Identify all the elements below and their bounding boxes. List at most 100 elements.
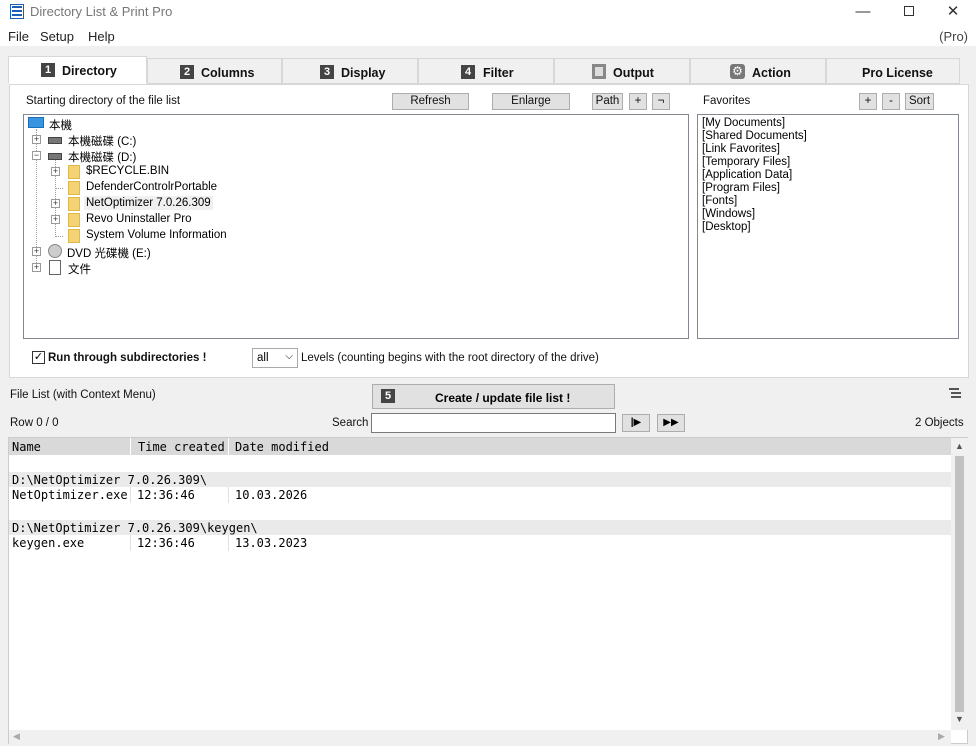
tab-directory[interactable]: 1 Directory (8, 56, 147, 84)
column-divider[interactable] (130, 438, 131, 455)
tab-pro-license[interactable]: Pro License (826, 58, 960, 84)
group-row[interactable]: D:\NetOptimizer 7.0.26.309\ (9, 472, 951, 487)
menu-help[interactable]: Help (88, 29, 115, 44)
favorite-item[interactable]: [Program Files] (702, 182, 780, 194)
tree-line (55, 188, 63, 189)
tree-item-label: 文件 (68, 264, 91, 276)
collapse-icon[interactable]: − (32, 151, 41, 160)
expand-icon[interactable]: + (51, 167, 60, 176)
list-settings-icon[interactable] (949, 388, 961, 400)
object-count: 2 Objects (915, 417, 964, 429)
tree-item-folder[interactable]: + Revo Uninstaller Pro (51, 212, 251, 228)
scroll-down-icon[interactable]: ▼ (955, 714, 964, 724)
maximize-button[interactable] (886, 0, 932, 24)
tree-item-drive-d[interactable]: − 本機磁碟 (D:) (32, 148, 232, 164)
favorite-item[interactable]: [Windows] (702, 208, 755, 220)
grid-header: Name Time created Date modified (9, 438, 951, 455)
favorites-list[interactable]: [My Documents] [Shared Documents] [Link … (697, 114, 959, 339)
refresh-button[interactable]: Refresh (392, 93, 469, 110)
favorite-item[interactable]: [Desktop] (702, 221, 751, 233)
tree-line (55, 236, 63, 237)
favorites-add-button[interactable]: + (859, 93, 877, 110)
tree-item-folder[interactable]: + $RECYCLE.BIN (51, 164, 251, 180)
folder-icon (68, 213, 80, 227)
menu-file[interactable]: File (8, 29, 29, 44)
horizontal-scrollbar[interactable]: ◀ ▶ (9, 730, 951, 744)
tree-item-label: $RECYCLE.BIN (86, 165, 170, 177)
tab-label: Display (341, 66, 386, 80)
tree-item-label: NetOptimizer 7.0.26.309 (84, 196, 213, 210)
column-header-time-created[interactable]: Time created (138, 440, 225, 454)
tab-bar: 1 Directory 2 Columns 3 Display 4 Filter… (8, 56, 960, 84)
scroll-up-icon[interactable]: ▲ (955, 441, 964, 451)
folder-icon (68, 165, 80, 179)
table-row[interactable]: NetOptimizer.exe 12:36:46 10.03.2026 (9, 487, 951, 503)
minimize-button[interactable]: — (840, 0, 886, 24)
tab-number: 2 (180, 65, 194, 79)
menu-setup[interactable]: Setup (40, 29, 74, 44)
tab-label: Pro License (862, 66, 933, 80)
group-path: D:\NetOptimizer 7.0.26.309\keygen\ (12, 521, 258, 535)
expand-icon[interactable]: + (51, 199, 60, 208)
scroll-right-icon[interactable]: ▶ (938, 731, 945, 742)
table-row[interactable]: keygen.exe 12:36:46 13.03.2023 (9, 535, 951, 551)
tree-item-dvd[interactable]: + DVD 光碟機 (E:) (32, 244, 232, 260)
favorites-sort-button[interactable]: Sort (905, 93, 934, 110)
favorite-item[interactable]: [Application Data] (702, 169, 792, 181)
negate-button[interactable]: ¬ (652, 93, 670, 110)
column-header-name[interactable]: Name (12, 440, 41, 454)
tree-item-label: Revo Uninstaller Pro (86, 213, 192, 225)
file-date-modified: 13.03.2023 (235, 536, 308, 550)
scroll-left-icon[interactable]: ◀ (13, 731, 20, 742)
tab-label: Output (613, 66, 654, 80)
drive-icon (48, 137, 62, 144)
find-next-button[interactable]: |▶ (622, 414, 650, 432)
tab-number: 3 (320, 65, 334, 79)
favorite-item[interactable]: [My Documents] (702, 117, 785, 129)
path-button[interactable]: Path (592, 93, 623, 110)
tree-item-documents[interactable]: + 文件 (32, 260, 232, 276)
close-button[interactable]: ✕ (930, 0, 976, 24)
tab-columns[interactable]: 2 Columns (147, 58, 282, 84)
tab-action[interactable]: ⚙ Action (690, 58, 826, 84)
tree-item-this-pc[interactable]: 本機 (28, 116, 148, 132)
cell-divider (228, 487, 229, 503)
expand-icon[interactable]: + (32, 135, 41, 144)
favorite-item[interactable]: [Link Favorites] (702, 143, 780, 155)
favorite-item[interactable]: [Fonts] (702, 195, 737, 207)
tab-display[interactable]: 3 Display (282, 58, 418, 84)
vertical-scrollbar[interactable]: ▲ ▼ (951, 438, 968, 730)
tree-item-folder[interactable]: System Volume Information (51, 228, 271, 244)
favorites-label: Favorites (703, 95, 751, 107)
favorite-item[interactable]: [Temporary Files] (702, 156, 790, 168)
tree-item-drive-c[interactable]: + 本機磁碟 (C:) (32, 132, 232, 148)
tab-output[interactable]: Output (554, 58, 690, 84)
add-path-button[interactable]: + (629, 93, 647, 110)
subdirectories-checkbox[interactable]: ✓ (32, 351, 45, 364)
search-input[interactable] (371, 413, 616, 433)
file-list-grid[interactable]: Name Time created Date modified D:\NetOp… (8, 437, 968, 744)
expand-icon[interactable]: + (32, 263, 41, 272)
enlarge-button[interactable]: Enlarge (492, 93, 570, 110)
directory-tree[interactable]: 本機 + 本機磁碟 (C:) − 本機磁碟 (D:) + $RECYCLE.BI… (23, 114, 689, 339)
cell-divider (130, 535, 131, 551)
scrollbar-thumb[interactable] (955, 456, 964, 712)
column-divider[interactable] (228, 438, 229, 455)
tree-item-folder[interactable]: DefenderControlrPortable (51, 180, 251, 196)
file-time-created: 12:36:46 (137, 536, 195, 550)
favorite-item[interactable]: [Shared Documents] (702, 130, 807, 142)
create-file-list-button[interactable]: 5 Create / update file list ! (372, 384, 615, 409)
find-last-button[interactable]: ▶▶ (657, 414, 685, 432)
expand-icon[interactable]: + (32, 247, 41, 256)
create-button-label: Create / update file list ! (435, 391, 571, 405)
column-header-date-modified[interactable]: Date modified (235, 440, 329, 454)
levels-label: Levels (counting begins with the root di… (301, 352, 599, 364)
favorites-remove-button[interactable]: - (882, 93, 900, 110)
maximize-icon (904, 6, 914, 16)
group-row[interactable]: D:\NetOptimizer 7.0.26.309\keygen\ (9, 520, 951, 535)
tree-item-folder-selected[interactable]: + NetOptimizer 7.0.26.309 (51, 196, 251, 212)
directory-panel: Starting directory of the file list Refr… (9, 84, 969, 378)
tab-filter[interactable]: 4 Filter (418, 58, 554, 84)
levels-select[interactable]: all ⌵ (252, 348, 298, 368)
expand-icon[interactable]: + (51, 215, 60, 224)
